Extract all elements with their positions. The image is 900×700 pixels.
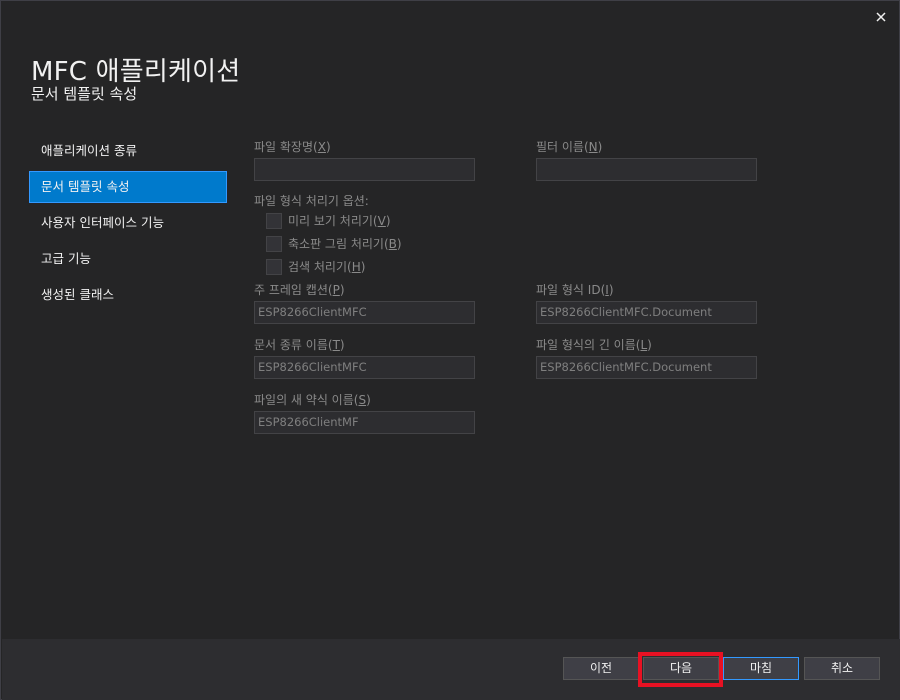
main-frame-caption-input[interactable]: ESP8266ClientMFC <box>254 301 475 324</box>
file-new-short-name-input[interactable]: ESP8266ClientMF <box>254 411 475 434</box>
nav-item-generated-classes[interactable]: 생성된 클래스 <box>29 279 227 311</box>
nav-item-application-type[interactable]: 애플리케이션 종류 <box>29 135 227 167</box>
page-subtitle: 문서 템플릿 속성 <box>31 85 138 103</box>
nav-item-document-template-properties[interactable]: 문서 템플릿 속성 <box>29 171 227 203</box>
next-button-highlight <box>638 652 723 687</box>
doc-type-name-label: 문서 종류 이름(T) <box>254 338 345 352</box>
nav-item-user-interface-features[interactable]: 사용자 인터페이스 기능 <box>29 207 227 239</box>
file-extension-input[interactable] <box>254 158 475 181</box>
wizard-nav: 애플리케이션 종류 문서 템플릿 속성 사용자 인터페이스 기능 고급 기능 생… <box>29 135 227 315</box>
search-handler-option[interactable]: 검색 처리기(H) <box>266 258 365 275</box>
file-new-short-name-label: 파일의 새 약식 이름(S) <box>254 393 371 407</box>
file-type-long-name-label: 파일 형식의 긴 이름(L) <box>536 338 652 352</box>
previous-button[interactable]: 이전 <box>563 657 639 680</box>
close-icon <box>876 12 886 22</box>
search-handler-checkbox[interactable] <box>266 258 282 275</box>
doc-type-name-input[interactable]: ESP8266ClientMFC <box>254 356 475 379</box>
close-button[interactable] <box>871 7 891 27</box>
preview-handler-option[interactable]: 미리 보기 처리기(V) <box>266 212 391 229</box>
thumbnail-handler-option[interactable]: 축소판 그림 처리기(B) <box>266 235 402 252</box>
file-type-id-label: 파일 형식 ID(I) <box>536 283 614 297</box>
nav-item-advanced-features[interactable]: 고급 기능 <box>29 243 227 275</box>
file-type-options-label: 파일 형식 처리기 옵션: <box>254 194 369 208</box>
preview-handler-checkbox[interactable] <box>266 212 282 229</box>
file-type-id-input[interactable]: ESP8266ClientMFC.Document <box>536 301 757 324</box>
file-extension-label: 파일 확장명(X) <box>254 140 331 154</box>
thumbnail-handler-checkbox[interactable] <box>266 235 282 252</box>
file-type-long-name-input[interactable]: ESP8266ClientMFC.Document <box>536 356 757 379</box>
finish-button[interactable]: 마침 <box>723 657 799 680</box>
mfc-wizard-dialog: MFC 애플리케이션 문서 템플릿 속성 애플리케이션 종류 문서 템플릿 속성… <box>0 0 900 700</box>
main-frame-caption-label: 주 프레임 캡션(P) <box>254 283 345 297</box>
filter-name-input[interactable] <box>536 158 757 181</box>
cancel-button[interactable]: 취소 <box>804 657 880 680</box>
filter-name-label: 필터 이름(N) <box>536 140 603 154</box>
